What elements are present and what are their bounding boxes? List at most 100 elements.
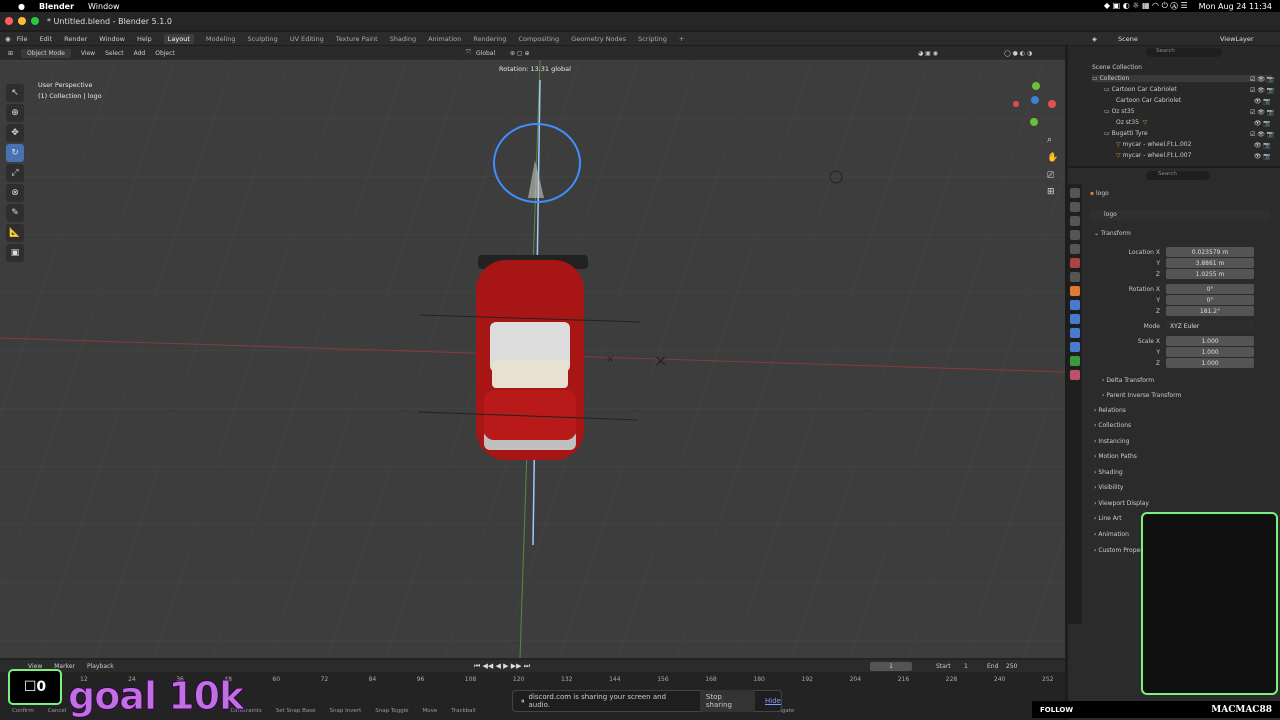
- menu-render[interactable]: Render: [64, 35, 87, 43]
- animation-section[interactable]: › Animation: [1094, 531, 1129, 538]
- tab-scripting[interactable]: Scripting: [638, 35, 667, 43]
- mac-clock[interactable]: Mon Aug 24 11:34: [1199, 2, 1272, 11]
- line-art-section[interactable]: › Line Art: [1094, 515, 1122, 522]
- outliner-search[interactable]: Search: [1146, 48, 1222, 57]
- location-y-field[interactable]: 3.8861 m: [1166, 258, 1254, 268]
- modifier-tab-icon[interactable]: [1070, 300, 1080, 310]
- tl-menu-playback[interactable]: Playback: [87, 663, 114, 670]
- mac-window-menu[interactable]: Window: [88, 2, 120, 11]
- parent-inverse-section[interactable]: › Parent Inverse Transform: [1102, 392, 1181, 399]
- transform-section[interactable]: ⌄ Transform: [1094, 230, 1131, 237]
- outliner-item[interactable]: ▽ mycar - wheel.Ft.L.002: [1116, 141, 1191, 148]
- tab-compositing[interactable]: Compositing: [518, 35, 559, 43]
- tab-rendering[interactable]: Rendering: [473, 35, 506, 43]
- stop-sharing-button[interactable]: Stop sharing: [699, 690, 756, 712]
- particles-tab-icon[interactable]: [1070, 314, 1080, 324]
- rotation-x-field[interactable]: 0°: [1166, 284, 1254, 294]
- collections-section[interactable]: › Collections: [1094, 422, 1131, 429]
- vp-menu-add[interactable]: Add: [134, 50, 146, 57]
- object-tab-icon[interactable]: [1070, 286, 1080, 296]
- tab-shading[interactable]: Shading: [390, 35, 416, 43]
- rotation-mode-dropdown[interactable]: XYZ Euler: [1166, 321, 1254, 331]
- outliner-item[interactable]: ▭ Cartoon Car Cabriolet: [1104, 86, 1177, 93]
- add-workspace-icon[interactable]: +: [679, 35, 684, 43]
- outliner-item[interactable]: ▭ Bugatti Tyre: [1104, 130, 1148, 137]
- outliner-item[interactable]: ▽ mycar - wheel.Ft.L.007: [1116, 152, 1191, 159]
- location-x-field[interactable]: 0.023579 m: [1166, 247, 1254, 257]
- menu-window[interactable]: Window: [99, 35, 125, 43]
- tab-modeling[interactable]: Modeling: [206, 35, 236, 43]
- pivot-icon[interactable]: ⊛ ▢ ⊕: [510, 50, 530, 57]
- delta-transform-section[interactable]: › Delta Transform: [1102, 377, 1154, 384]
- orientation-icon[interactable]: ⤧: [466, 49, 471, 57]
- view-layer-tab-icon[interactable]: [1070, 230, 1080, 240]
- current-frame-field[interactable]: 1: [870, 661, 912, 671]
- rotation-z-field[interactable]: 181.2°: [1166, 306, 1254, 316]
- tab-sculpting[interactable]: Sculpting: [247, 35, 277, 43]
- tab-layout[interactable]: Layout: [163, 33, 194, 44]
- vp-menu-select[interactable]: Select: [105, 50, 124, 57]
- view-layer-selector[interactable]: ViewLayer: [1220, 35, 1254, 43]
- properties-search[interactable]: Search: [1146, 171, 1210, 180]
- cursor-tool-icon[interactable]: ⊕: [6, 104, 24, 122]
- scene-tab-icon[interactable]: [1070, 244, 1080, 254]
- viewport-canvas[interactable]: × ×: [0, 60, 1065, 658]
- viewport-gizmo-icons[interactable]: ◕ ▣ ◉: [918, 50, 938, 57]
- vp-menu-object[interactable]: Object: [155, 50, 175, 57]
- visibility-section[interactable]: › Visibility: [1094, 484, 1123, 491]
- outliner-item[interactable]: ▭ Oz st35: [1104, 108, 1134, 115]
- minimize-window-button[interactable]: [18, 17, 26, 25]
- visibility-toggles[interactable]: ☑ 👁 📷 ☑ 👁 📷 👁 📷 ☑ 👁 📷 👁 📷 ☑ 👁 📷 👁 📷 👁 📷: [1250, 74, 1274, 162]
- add-cube-tool-icon[interactable]: ▣: [6, 244, 24, 262]
- scale-x-field[interactable]: 1.000: [1166, 336, 1254, 346]
- tab-geometry-nodes[interactable]: Geometry Nodes: [571, 35, 626, 43]
- orientation-selector[interactable]: Global: [476, 50, 495, 57]
- constraints-tab-icon[interactable]: [1070, 342, 1080, 352]
- object-name-field[interactable]: logo: [1090, 210, 1270, 220]
- location-z-field[interactable]: 1.0255 m: [1166, 269, 1254, 279]
- menu-edit[interactable]: Edit: [40, 35, 53, 43]
- viewport-display-section[interactable]: › Viewport Display: [1094, 500, 1149, 507]
- shading-section[interactable]: › Shading: [1094, 469, 1123, 476]
- mode-selector[interactable]: Object Mode: [21, 48, 71, 58]
- tab-animation[interactable]: Animation: [428, 35, 461, 43]
- move-tool-icon[interactable]: ✥: [6, 124, 24, 142]
- rotate-tool-icon[interactable]: ↻: [6, 144, 24, 162]
- status-icons[interactable]: ◆ ▣ ◐ ☼ ▦ ◠ ⏻ Ⓐ ☰: [1104, 1, 1188, 11]
- tab-texture-paint[interactable]: Texture Paint: [336, 35, 378, 43]
- outliner-item[interactable]: Oz st35 ▽: [1116, 119, 1147, 126]
- menu-help[interactable]: Help: [137, 35, 152, 43]
- menu-file[interactable]: File: [17, 35, 28, 43]
- scene-selector[interactable]: Scene: [1118, 35, 1138, 43]
- annotate-tool-icon[interactable]: ✎: [6, 204, 24, 222]
- scale-tool-icon[interactable]: ⤢: [6, 164, 24, 182]
- instancing-section[interactable]: › Instancing: [1094, 438, 1129, 445]
- output-tab-icon[interactable]: [1070, 216, 1080, 226]
- render-tab-icon[interactable]: [1070, 202, 1080, 212]
- playback-controls[interactable]: ⏮ ◀◀ ◀ ▶ ▶▶ ⏭: [474, 662, 530, 671]
- scale-z-field[interactable]: 1.000: [1166, 358, 1254, 368]
- apple-icon[interactable]: ●: [18, 2, 25, 11]
- mac-app-menu[interactable]: Blender: [39, 2, 74, 11]
- close-window-button[interactable]: [5, 17, 13, 25]
- data-tab-icon[interactable]: [1070, 356, 1080, 366]
- zoom-window-button[interactable]: [31, 17, 39, 25]
- hide-link[interactable]: Hide: [765, 697, 781, 705]
- end-frame-field[interactable]: 250: [1006, 663, 1017, 670]
- vp-menu-view[interactable]: View: [81, 50, 95, 57]
- tab-uv-editing[interactable]: UV Editing: [290, 35, 324, 43]
- rotation-y-field[interactable]: 0°: [1166, 295, 1254, 305]
- measure-tool-icon[interactable]: 📐: [6, 224, 24, 242]
- relations-section[interactable]: › Relations: [1094, 407, 1126, 414]
- physics-tab-icon[interactable]: [1070, 328, 1080, 338]
- start-frame-field[interactable]: 1: [964, 663, 968, 670]
- shading-mode-icons[interactable]: ◯ ● ◐ ◑: [1004, 50, 1032, 57]
- editor-type-icon[interactable]: ⊞: [8, 50, 13, 57]
- material-tab-icon[interactable]: [1070, 370, 1080, 380]
- 3d-viewport[interactable]: × ×: [0, 60, 1065, 658]
- blender-logo-icon[interactable]: ◉: [5, 35, 11, 43]
- transform-tool-icon[interactable]: ⊗: [6, 184, 24, 202]
- motion-paths-section[interactable]: › Motion Paths: [1094, 453, 1137, 460]
- scene-icon[interactable]: ◈: [1092, 35, 1097, 43]
- outliner-item[interactable]: Scene Collection: [1092, 64, 1142, 71]
